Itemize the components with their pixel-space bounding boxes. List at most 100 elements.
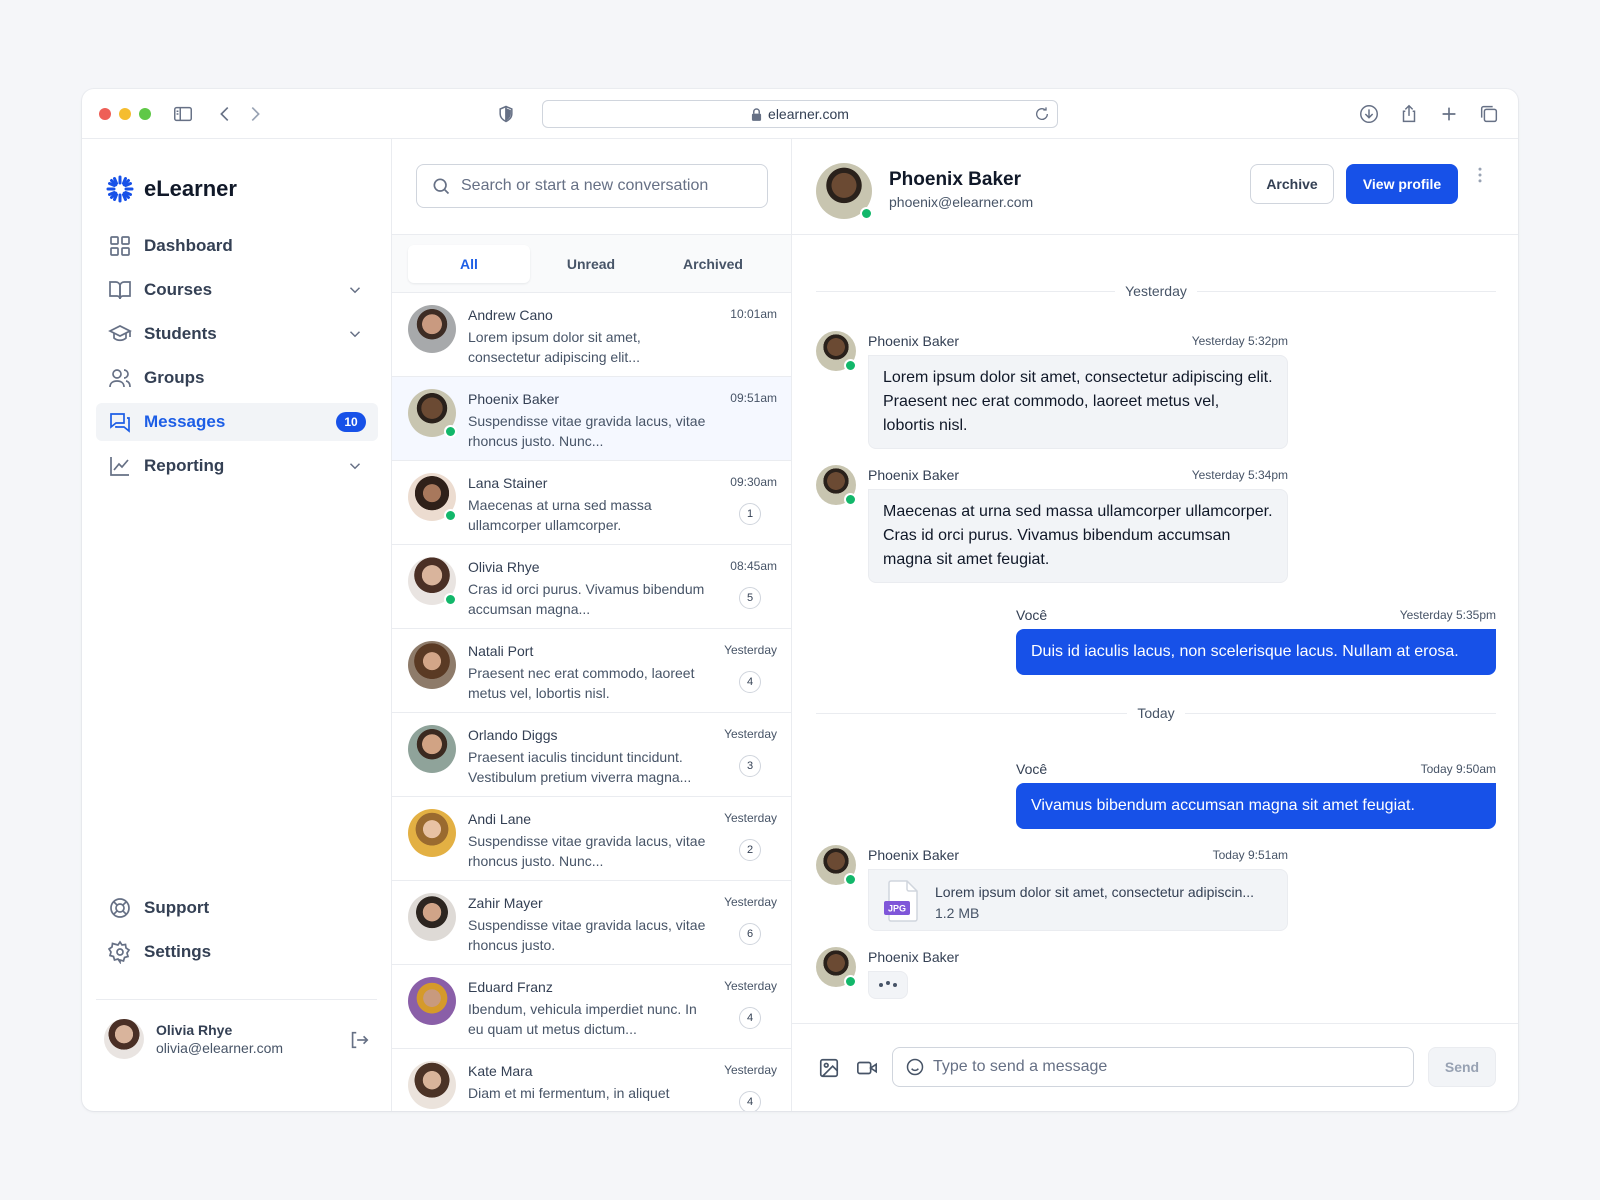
message-time: 09:51am (730, 391, 777, 405)
share-icon[interactable] (1398, 103, 1420, 125)
unread-count: 3 (739, 755, 761, 777)
back-icon[interactable] (214, 103, 236, 125)
chevron-down-icon[interactable] (346, 281, 364, 299)
nav-label: Reporting (144, 456, 225, 475)
tabs-overview-icon[interactable] (1478, 103, 1500, 125)
maximize-window-button[interactable] (139, 108, 151, 120)
file-name: Lorem ipsum dolor sit amet, consectetur … (935, 884, 1255, 900)
conversation-item[interactable]: Kate Mara Diam et mi fermentum, in aliqu… (392, 1049, 791, 1111)
nav-label: Messages (144, 412, 226, 431)
nav-label: Groups (144, 368, 205, 387)
message-time: Yesterday (724, 1063, 777, 1077)
filter-tabs-area: All Unread Archived (392, 235, 791, 293)
conversation-item[interactable]: Olivia Rhye Cras id orci purus. Vivamus … (392, 545, 791, 629)
graduation-cap-icon (108, 325, 132, 342)
message-bubble[interactable]: Duis id iaculis lacus, non scelerisque l… (1016, 629, 1496, 675)
conversation-item[interactable]: Andrew Cano Lorem ipsum dolor sit amet, … (392, 293, 791, 377)
conversation-item[interactable]: Lana Stainer Maecenas at urna sed massa … (392, 461, 791, 545)
chevron-down-icon[interactable] (346, 325, 364, 343)
unread-count: 6 (739, 923, 761, 945)
sidebar-toggle-icon[interactable] (172, 103, 194, 125)
app-logo[interactable]: eLearner (106, 175, 237, 203)
forward-icon[interactable] (244, 103, 266, 125)
contact-name: Natali Port (468, 643, 534, 659)
nav-item-courses[interactable]: Courses (96, 271, 378, 309)
tab-all[interactable]: All (408, 245, 530, 283)
online-indicator (844, 359, 857, 372)
message-time: Yesterday 5:34pm (1191, 468, 1288, 482)
message-preview: Suspendisse vitae gravida lacus, vitae r… (468, 833, 706, 869)
nav-item-messages[interactable]: Messages 10 (96, 403, 378, 441)
conversation-item[interactable]: Zahir Mayer Suspendisse vitae gravida la… (392, 881, 791, 965)
tab-unread[interactable]: Unread (530, 245, 652, 283)
reload-icon[interactable] (1034, 106, 1050, 122)
conversation-item[interactable]: Natali Port Praesent nec erat commodo, l… (392, 629, 791, 713)
avatar (408, 725, 456, 773)
browser-window: elearner.com eLearner Dashboard Courses … (82, 89, 1518, 1111)
emoji-icon[interactable] (905, 1057, 925, 1077)
video-icon[interactable] (856, 1057, 878, 1079)
avatar (408, 389, 457, 438)
search-icon (433, 178, 450, 195)
more-vertical-icon[interactable] (1470, 165, 1490, 185)
avatar (816, 947, 857, 988)
shield-icon[interactable] (496, 103, 516, 125)
avatar (408, 977, 456, 1025)
contact-name: Eduard Franz (468, 979, 553, 995)
unread-count: 4 (739, 1091, 761, 1111)
avatar (408, 1061, 456, 1109)
send-button[interactable]: Send (1428, 1047, 1496, 1087)
chat-header: Phoenix Baker phoenix@elearner.com Archi… (792, 139, 1518, 235)
message-time: 09:30am (730, 475, 777, 489)
message-incoming: Phoenix Baker Today 9:51am JPG Lorem ips… (816, 845, 1456, 935)
close-window-button[interactable] (99, 108, 111, 120)
nav-item-support[interactable]: Support (96, 889, 378, 927)
download-icon[interactable] (1358, 103, 1380, 125)
logout-icon[interactable] (348, 1029, 370, 1051)
message-preview: Lorem ipsum dolor sit amet, consectetur … (468, 329, 641, 365)
archive-button[interactable]: Archive (1250, 164, 1334, 204)
nav-item-groups[interactable]: Groups (96, 359, 378, 397)
nav-item-students[interactable]: Students (96, 315, 378, 353)
view-profile-button[interactable]: View profile (1346, 164, 1458, 204)
search-input[interactable]: Search or start a new conversation (416, 164, 768, 208)
nav-item-settings[interactable]: Settings (96, 933, 378, 971)
message-bubble[interactable]: Lorem ipsum dolor sit amet, consectetur … (868, 355, 1288, 449)
unread-count: 1 (739, 503, 761, 525)
message-time: Yesterday (724, 643, 777, 657)
nav-item-reporting[interactable]: Reporting (96, 447, 378, 485)
contact-name: Olivia Rhye (468, 559, 540, 575)
day-divider: Today (816, 703, 1496, 723)
filter-tabs: All Unread Archived (408, 245, 774, 283)
secondary-nav: Support Settings (96, 889, 378, 977)
nav-item-dashboard[interactable]: Dashboard (96, 227, 378, 265)
conversation-item[interactable]: Orlando Diggs Praesent iaculis tincidunt… (392, 713, 791, 797)
nav-label: Support (144, 898, 210, 917)
main-nav: Dashboard Courses Students Groups Messag… (96, 227, 378, 491)
contact-name: Andrew Cano (468, 307, 553, 323)
image-icon[interactable] (818, 1057, 840, 1079)
sender-name: Phoenix Baker (868, 949, 960, 965)
message-bubble[interactable]: Vivamus bibendum accumsan magna sit amet… (1016, 783, 1496, 829)
line-chart-icon (110, 457, 129, 476)
message-time: Yesterday (724, 979, 777, 993)
conversation-item[interactable]: Eduard Franz Ibendum, vehicula imperdiet… (392, 965, 791, 1049)
conversation-item[interactable]: Phoenix Baker Suspendisse vitae gravida … (392, 377, 791, 461)
tab-archived[interactable]: Archived (652, 245, 774, 283)
unread-count: 5 (739, 587, 761, 609)
message-input[interactable]: Type to send a message (892, 1047, 1414, 1087)
chevron-down-icon[interactable] (346, 457, 364, 475)
current-user[interactable]: Olivia Rhye olivia@elearner.com (104, 1019, 283, 1059)
user-name: Olivia Rhye (156, 1022, 233, 1038)
message-incoming: Phoenix Baker Yesterday 5:32pm Lorem ips… (816, 331, 1456, 451)
avatar (816, 163, 873, 220)
new-tab-icon[interactable] (1438, 103, 1460, 125)
minimize-window-button[interactable] (119, 108, 131, 120)
message-preview: Suspendisse vitae gravida lacus, vitae r… (468, 917, 706, 953)
address-bar[interactable]: elearner.com (542, 100, 1058, 128)
conversation-item[interactable]: Andi Lane Suspendisse vitae gravida lacu… (392, 797, 791, 881)
contact-name: Phoenix Baker (889, 169, 1021, 190)
file-attachment[interactable]: JPG Lorem ipsum dolor sit amet, consecte… (868, 869, 1288, 931)
contact-name: Zahir Mayer (468, 895, 543, 911)
message-bubble[interactable]: Maecenas at urna sed massa ullamcorper u… (868, 489, 1288, 583)
